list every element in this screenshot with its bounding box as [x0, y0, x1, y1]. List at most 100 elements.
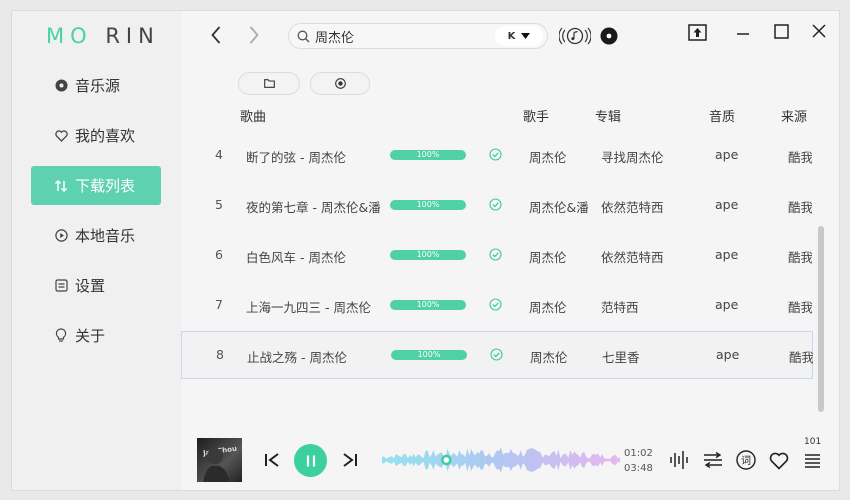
progress-fill: 100%: [390, 300, 466, 310]
table-row[interactable]: 5 夜的第七章 - 周杰伦&潘 100% 周杰伦&潘 依然范特西 ape 酷我i: [182, 182, 812, 230]
row-title: 断了的弦 - 周杰伦: [246, 150, 346, 165]
playlist-icon: [805, 454, 820, 468]
equalizer-button[interactable]: [669, 450, 689, 474]
sidebar-item-local-music[interactable]: 本地音乐: [31, 216, 161, 255]
row-title: 白色风车 - 周杰伦: [246, 250, 346, 265]
sidebar-item-settings[interactable]: 设置: [31, 266, 161, 305]
row-source: 酷我i: [788, 250, 812, 265]
search-icon: [297, 30, 310, 42]
waveform-icon: [382, 447, 620, 473]
row-quality: ape: [715, 197, 739, 212]
playmode-button[interactable]: [703, 451, 723, 472]
row-singer: 周杰伦: [529, 150, 567, 165]
equalizer-icon: [670, 451, 688, 469]
row-singer: 周杰伦: [529, 300, 567, 315]
maximize-button[interactable]: [770, 21, 792, 41]
lyrics-icon: 词: [736, 450, 756, 470]
row-quality: ape: [715, 297, 739, 312]
waveform-progress[interactable]: [382, 444, 620, 476]
row-album: 范特西: [601, 300, 639, 315]
row-index: 5: [215, 197, 223, 212]
progress-fill: 100%: [390, 200, 466, 210]
sidebar-item-label: 本地音乐: [75, 227, 136, 245]
play-circle-icon: [53, 228, 69, 244]
check-circle-icon: [490, 348, 503, 364]
app-window: MO RIN 音乐源 我的喜欢 下载列表 本地音乐 设置 关于 周杰伦 K 歌曲…: [11, 10, 840, 491]
upload-box-icon: [687, 23, 707, 41]
search-input[interactable]: [315, 28, 485, 44]
row-title: 夜的第七章 - 周杰伦&潘: [246, 200, 381, 215]
row-album: 寻找周杰伦: [601, 150, 664, 165]
next-button[interactable]: [341, 451, 359, 469]
favorite-button[interactable]: [769, 452, 789, 474]
open-folder-button[interactable]: [238, 72, 300, 95]
mini-mode-button[interactable]: [686, 22, 708, 42]
logo-part2: RIN: [105, 24, 160, 48]
check-circle-icon: [489, 248, 502, 264]
check-circle-icon: [489, 148, 502, 164]
row-index: 7: [215, 297, 223, 312]
search-box: K: [288, 23, 548, 49]
download-progress: 100%: [390, 250, 466, 260]
player-bar: Jay Chou: [181, 431, 839, 490]
playlist-button[interactable]: [804, 453, 821, 473]
progress-fill: 100%: [391, 350, 467, 360]
row-quality: ape: [715, 147, 739, 162]
vinyl-icon: [600, 27, 618, 45]
sidebar-item-label: 音乐源: [75, 77, 121, 95]
row-source: 酷我i: [788, 200, 812, 215]
row-album: 七里香: [602, 350, 640, 365]
forward-button[interactable]: [244, 24, 264, 46]
pause-button[interactable]: [294, 444, 327, 477]
row-source: 酷我i: [788, 300, 812, 315]
row-index: 6: [215, 247, 223, 262]
app-logo: MO RIN: [46, 24, 160, 48]
sidebar-item-favorites[interactable]: 我的喜欢: [31, 116, 161, 155]
disc-icon: [53, 78, 69, 94]
row-title: 上海一九四三 - 周杰伦: [246, 300, 371, 315]
row-title: 止战之殇 - 周杰伦: [247, 350, 347, 365]
download-progress: 100%: [390, 150, 466, 160]
sidebar-item-label: 我的喜欢: [75, 127, 136, 145]
row-singer: 周杰伦: [529, 250, 567, 265]
previous-button[interactable]: [263, 451, 281, 469]
row-singer: 周杰伦&潘: [529, 200, 589, 215]
sidebar: MO RIN 音乐源 我的喜欢 下载列表 本地音乐 设置 关于: [12, 11, 181, 490]
total-time: 03:48: [624, 463, 653, 474]
progress-handle[interactable]: [441, 454, 452, 466]
album-cover[interactable]: Jay Chou: [197, 438, 242, 482]
source-select-label: K: [507, 30, 516, 42]
sidebar-item-music-source[interactable]: 音乐源: [31, 66, 161, 105]
table-row[interactable]: 4 断了的弦 - 周杰伦 100% 周杰伦 寻找周杰伦 ape 酷我i: [182, 132, 812, 180]
table-row[interactable]: 6 白色风车 - 周杰伦 100% 周杰伦 依然范特西 ape 酷我i: [182, 232, 812, 280]
sidebar-item-label: 下载列表: [75, 177, 136, 195]
lyrics-label: 词: [741, 455, 751, 467]
sidebar-item-about[interactable]: 关于: [31, 316, 161, 355]
listen-identify-button[interactable]: [558, 25, 592, 47]
lyrics-button[interactable]: 词: [736, 450, 756, 474]
music-radar-icon: [559, 27, 591, 45]
table-row[interactable]: 7 上海一九四三 - 周杰伦 100% 周杰伦 范特西 ape 酷我i: [182, 282, 812, 330]
row-quality: ape: [715, 247, 739, 262]
folder-icon: [263, 79, 275, 88]
row-quality: ape: [716, 347, 740, 362]
sidebar-item-downloads[interactable]: 下载列表: [31, 166, 161, 205]
table-row[interactable]: 8 止战之殇 - 周杰伦 100% 周杰伦 七里香 ape 酷我i: [181, 331, 813, 379]
sidebar-item-label: 关于: [75, 327, 106, 345]
sidebar-item-label: 设置: [75, 277, 106, 295]
column-header-song: 歌曲: [240, 110, 267, 125]
progress-fill: 100%: [390, 250, 466, 260]
vertical-scrollbar[interactable]: [818, 226, 824, 412]
minimize-button[interactable]: [732, 23, 754, 43]
close-button[interactable]: [808, 21, 830, 41]
logo-part1: MO: [46, 24, 93, 48]
chevron-right-icon: [249, 26, 259, 44]
vinyl-button[interactable]: [600, 27, 618, 45]
column-header-singer: 歌手: [523, 110, 550, 125]
clear-list-button[interactable]: [310, 72, 370, 95]
progress-fill: 100%: [390, 150, 466, 160]
back-button[interactable]: [206, 24, 226, 46]
heart-icon: [769, 452, 789, 470]
row-album: 依然范特西: [601, 200, 664, 215]
source-select[interactable]: K: [495, 26, 543, 46]
